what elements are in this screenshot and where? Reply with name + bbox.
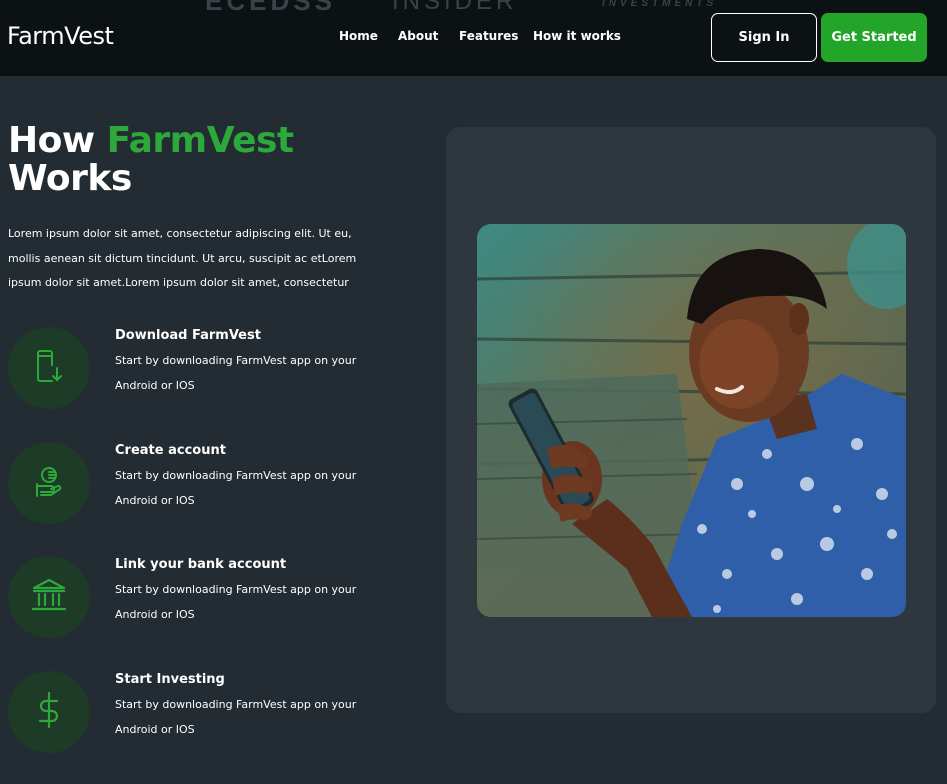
step-icon-circle (8, 442, 90, 524)
step-item: Create account Start by downloading Farm… (8, 442, 408, 526)
step-item: Start Investing Start by downloading Far… (8, 671, 408, 755)
partner-logos-strip: ECEDSS INSIDER INVESTMENTS (0, 0, 947, 16)
step-icon-circle (8, 327, 90, 409)
nav-home-link[interactable]: Home (339, 29, 378, 43)
step-title: Create account (115, 443, 226, 458)
step-title: Start Investing (115, 672, 225, 687)
partner-logo: INSIDER (392, 0, 518, 15)
step-description: Start by downloading FarmVest app on you… (115, 698, 357, 736)
step-description: Start by downloading FarmVest app on you… (115, 354, 357, 392)
nav-about-link[interactable]: About (398, 29, 438, 43)
step-item: Download FarmVest Start by downloading F… (8, 327, 408, 411)
nav-features-link[interactable]: Features (459, 29, 518, 43)
step-icon-circle (8, 671, 90, 753)
site-header: ECEDSS INSIDER INVESTMENTS FarmVest Home… (0, 0, 947, 76)
sign-in-button[interactable]: Sign In (711, 13, 817, 62)
heading-suffix: Works (8, 158, 132, 199)
heading-prefix: How (8, 120, 107, 161)
step-description: Start by downloading FarmVest app on you… (115, 469, 357, 507)
step-description: Start by downloading FarmVest app on you… (115, 583, 357, 621)
coin-hand-icon (32, 464, 66, 502)
man-using-smartphone-photo (477, 224, 906, 617)
dollar-icon (37, 691, 61, 733)
step-item: Link your bank account Start by download… (8, 556, 408, 640)
step-icon-circle (8, 556, 90, 638)
partner-logo: ECEDSS (205, 0, 336, 16)
intro-paragraph: Lorem ipsum dolor sit amet, consectetur … (8, 227, 357, 289)
phone-download-icon (35, 348, 63, 388)
brand-logo[interactable]: FarmVest (7, 22, 114, 50)
nav-how-it-works-link[interactable]: How it works (533, 29, 621, 43)
section-heading: How FarmVest Works (8, 122, 408, 198)
get-started-button[interactable]: Get Started (821, 13, 927, 62)
bank-icon (31, 578, 67, 616)
step-title: Link your bank account (115, 557, 287, 572)
heading-brand-accent: FarmVest (106, 120, 295, 161)
step-title: Download FarmVest (115, 328, 261, 343)
partner-logo: INVESTMENTS (602, 0, 718, 9)
